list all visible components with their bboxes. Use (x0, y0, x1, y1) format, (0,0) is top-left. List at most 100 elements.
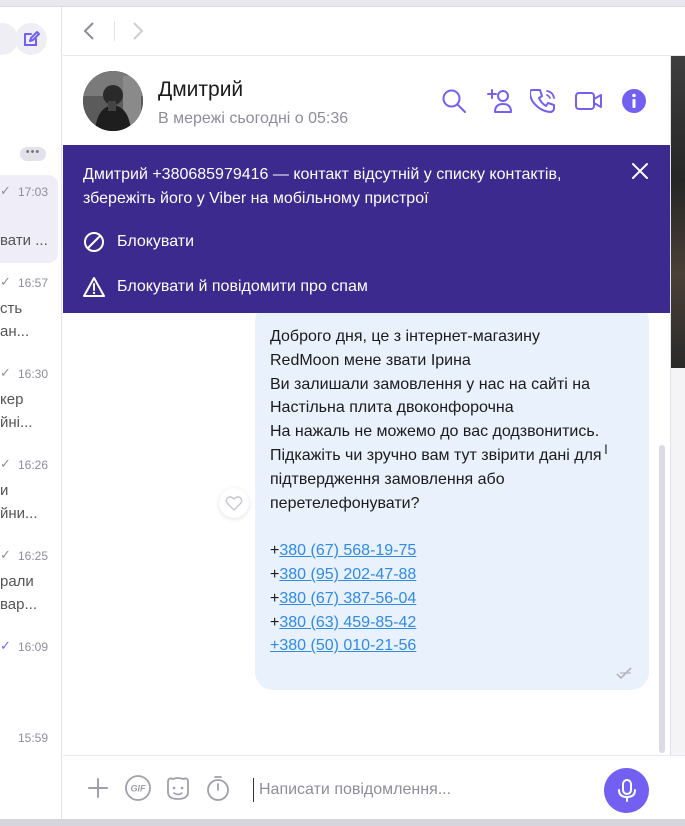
message-text: Доброго дня, це з інтернет-магазину RedMo… (270, 325, 635, 515)
chat-list-item[interactable]: ✓ 16:26 и йни... (0, 448, 58, 536)
block-button[interactable]: Блокувати (83, 231, 194, 253)
gif-icon: GIF (125, 775, 151, 801)
message-line: Доброго дня, це з інтернет-магазину (270, 328, 540, 345)
search-icon (442, 89, 466, 113)
chat-list-item[interactable]: ✓ 16:25 рали вар... (0, 539, 58, 627)
plus-icon (88, 778, 108, 798)
avatar[interactable] (83, 71, 143, 131)
chat-time: 16:25 (17, 549, 48, 563)
chat-time: 16:09 (17, 640, 48, 654)
chevron-right-icon (133, 22, 144, 40)
sticker-button[interactable] (164, 774, 192, 802)
compose-icon (24, 31, 40, 46)
phone-link[interactable]: 380 (63) 459-85-42 (279, 614, 416, 631)
phone-row: +380 (67) 568-19-75 (270, 539, 635, 563)
more-options-button[interactable]: ••• (20, 147, 46, 161)
phone-prefix: + (270, 542, 280, 560)
add-participant-button[interactable] (485, 86, 515, 116)
chat-preview-line-2: ан... (0, 323, 30, 340)
new-chat-button[interactable] (15, 23, 47, 55)
message-line: RedMoon мене звати Ірина (270, 351, 471, 369)
delivered-check-icon (616, 667, 632, 680)
chat-list-item[interactable]: ✓ 17:03 вати ... (0, 175, 58, 263)
message-input[interactable] (253, 778, 593, 802)
voice-message-button[interactable] (604, 768, 649, 813)
phone-row: +380 (67) 387-56-04 (270, 587, 635, 611)
message-line: Ви залишали замовлення у нас на сайті на (270, 375, 590, 393)
message-scrollbar[interactable] (659, 445, 665, 753)
message-line: перетелефонувати? (270, 494, 420, 512)
chat-preview-line-2: йні... (0, 414, 33, 431)
back-button[interactable] (77, 19, 101, 43)
phone-list: +380 (67) 568-19-75 +380 (95) 202-47-88 +3… (270, 539, 635, 658)
chat-preview-line-1: сть (0, 300, 23, 317)
voice-call-button[interactable] (529, 86, 559, 116)
message-line: підтвердження замовлення або (270, 470, 505, 488)
block-icon (84, 232, 104, 252)
chat-preview-line-2: вар... (0, 596, 37, 613)
block-report-spam-label: Блокувати й повідомити про спам (117, 278, 368, 295)
block-label: Блокувати (117, 233, 195, 250)
search-button[interactable] (439, 86, 469, 116)
navigation-bar (63, 7, 685, 56)
phone-link[interactable]: +380 (50) 010-21-56 (270, 637, 416, 654)
banner-message: Дмитрий +380685979416 — контакт відсутні… (83, 166, 562, 207)
chat-list-item[interactable]: ✓ 16:57 сть ан... (0, 266, 58, 354)
attach-button[interactable] (84, 774, 112, 802)
phone-row: +380 (95) 202-47-88 (270, 563, 635, 587)
message-line: Підкажіть чи зручно вам тут звірити дані… (270, 446, 602, 464)
viber-window: ••• ✓ 17:03 вати ... ✓ 16:57 сть ан... ✓ 16:30 ке… (0, 0, 685, 826)
stopwatch-icon (207, 776, 229, 801)
chat-preview-line-1: и (0, 482, 9, 499)
avatar-photo (83, 71, 143, 131)
bear-sticker-icon (167, 777, 189, 800)
conversation-header: Дмитрий В мережі сьогодні о 05:36 (63, 56, 670, 145)
chat-list-item[interactable]: ✓ 16:30 кер йні... (0, 357, 58, 445)
contact-status: В мережі сьогодні о 05:36 (158, 110, 349, 127)
contact-name[interactable]: Дмитрий (158, 78, 243, 102)
chat-preview-line-2: вати ... (0, 232, 48, 249)
like-button[interactable] (219, 488, 249, 518)
chat-time: 15:59 (17, 731, 48, 745)
message-list: Доброго дня, це з інтернет-магазину RedMo… (63, 313, 670, 755)
chat-preview-line-2: йни... (0, 505, 38, 522)
sent-check-icon: ✓ (0, 183, 11, 198)
chat-preview-line-1: кер (0, 391, 24, 408)
sent-check-icon: ✓ (0, 274, 11, 289)
contact-photo (671, 56, 685, 368)
window-bottom-edge (0, 819, 685, 826)
phone-link[interactable]: 380 (95) 202-47-88 (279, 566, 416, 583)
banner-close-button[interactable] (630, 161, 650, 181)
info-icon (622, 89, 646, 113)
chat-time: 17:03 (17, 185, 48, 199)
forward-button[interactable] (126, 19, 150, 43)
phone-prefix: + (270, 565, 280, 583)
video-camera-icon (575, 92, 602, 110)
phone-row: +380 (63) 459-85-42 (270, 611, 635, 635)
phone-icon (530, 89, 555, 113)
phone-link[interactable]: 380 (67) 568-19-75 (279, 542, 416, 559)
warning-icon (83, 277, 105, 297)
microphone-icon (617, 778, 636, 802)
message-composer: GIF (63, 755, 685, 819)
chat-time: 16:26 (17, 458, 48, 472)
chat-info-button[interactable] (619, 86, 649, 116)
video-call-button[interactable] (574, 86, 604, 116)
chat-list-item[interactable]: 15:59 (0, 721, 58, 809)
nav-divider (114, 21, 115, 41)
phone-link[interactable]: 380 (67) 387-56-04 (279, 590, 416, 607)
gif-button[interactable]: GIF (124, 774, 152, 802)
chat-time: 16:30 (17, 367, 48, 381)
incoming-message-bubble[interactable]: Доброго дня, це з інтернет-магазину RedMo… (255, 313, 649, 690)
block-report-spam-button[interactable]: Блокувати й повідомити про спам (83, 276, 368, 298)
chat-list-item[interactable]: ✓ 16:09 (0, 630, 58, 718)
message-line: На нажаль не можемо до вас додзвонитись. (270, 423, 600, 441)
timer-button[interactable] (204, 774, 232, 802)
gif-text: GIF (131, 784, 147, 794)
sent-check-icon: ✓ (0, 547, 11, 562)
sent-check-icon: ✓ (0, 365, 11, 380)
phone-prefix: + (270, 613, 280, 631)
add-user-icon (487, 89, 512, 113)
phone-row: +380 (50) 010-21-56 (270, 634, 635, 658)
